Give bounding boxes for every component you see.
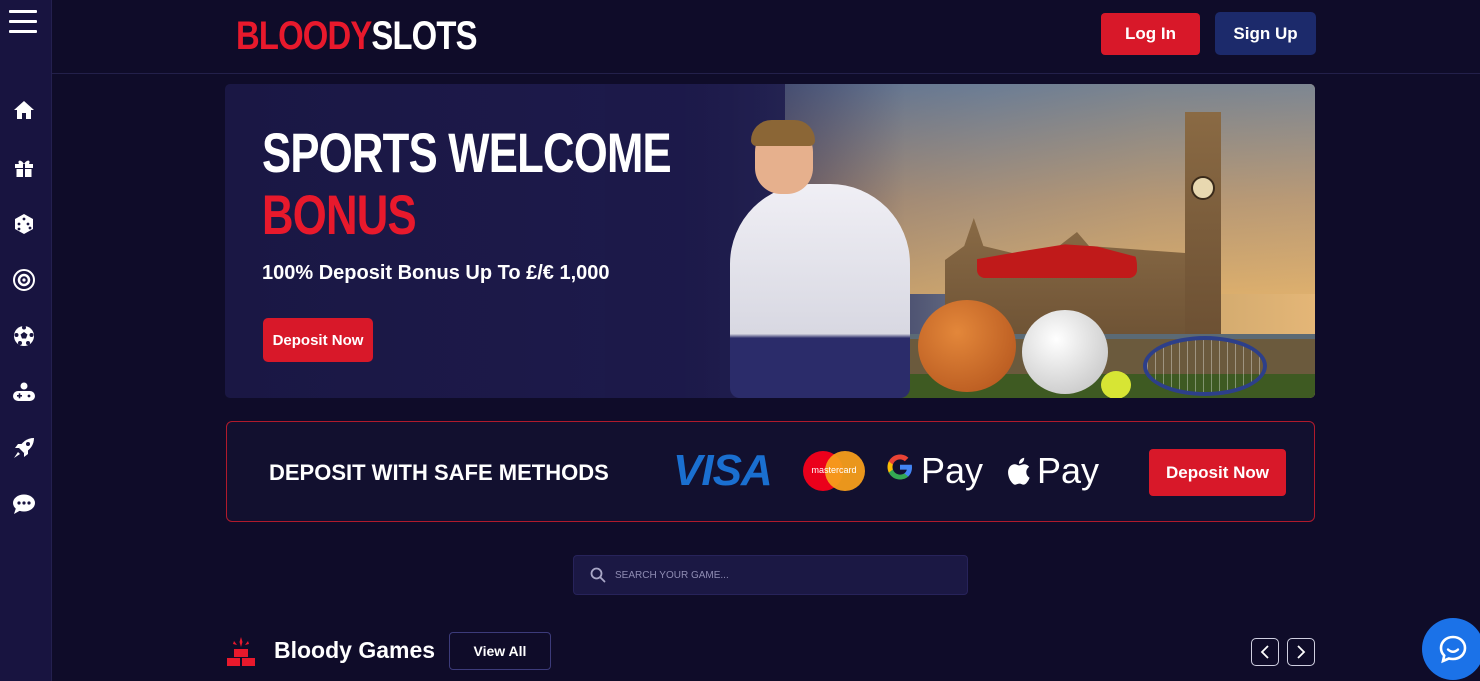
chevron-left-icon bbox=[1260, 645, 1269, 659]
gamepad-icon[interactable] bbox=[12, 380, 36, 404]
apple-pay-label: Pay bbox=[1037, 450, 1100, 491]
banner-title: SPORTS WELCOME BONUS bbox=[262, 121, 672, 246]
apple-icon bbox=[1008, 457, 1030, 485]
section-title: Bloody Games bbox=[274, 637, 436, 663]
banner-subtitle: 100% Deposit Bonus Up To £/€ 1,000 bbox=[262, 262, 610, 284]
dice-icon[interactable] bbox=[12, 212, 36, 236]
view-all-button[interactable]: View All bbox=[449, 632, 551, 670]
rocket-icon[interactable] bbox=[12, 436, 36, 460]
logo-slots: SLOTS bbox=[371, 13, 477, 58]
banner-title-line2: BONUS bbox=[262, 183, 417, 246]
sidebar bbox=[0, 0, 52, 681]
payment-deposit-button[interactable]: Deposit Now bbox=[1149, 449, 1286, 496]
mastercard-label: mastercard bbox=[811, 465, 857, 475]
soccer-ball-icon[interactable] bbox=[12, 324, 36, 348]
logo-bloody: BLOODY bbox=[236, 13, 372, 58]
clock-face bbox=[1191, 176, 1215, 200]
mastercard-logo: mastercard bbox=[803, 451, 865, 491]
logo-wordmark: BLOODYSLOTS bbox=[236, 14, 477, 59]
gold-bars-icon bbox=[227, 637, 255, 666]
promo-banner[interactable]: SPORTS WELCOME BONUS 100% Deposit Bonus … bbox=[225, 84, 1315, 398]
chevron-right-icon bbox=[1297, 645, 1306, 659]
payment-title: DEPOSIT WITH SAFE METHODS bbox=[269, 460, 609, 485]
chat-bubble-icon bbox=[1439, 635, 1467, 664]
site-logo[interactable]: BLOODYSLOTS bbox=[234, 6, 484, 66]
chat-icon[interactable] bbox=[12, 492, 36, 516]
google-pay-label: Pay bbox=[921, 450, 984, 491]
banner-deposit-button[interactable]: Deposit Now bbox=[263, 318, 373, 362]
banner-title-line1: SPORTS WELCOME bbox=[262, 121, 672, 184]
top-header: BLOODYSLOTS Log In Sign Up bbox=[52, 0, 1480, 74]
next-arrow-button[interactable] bbox=[1287, 638, 1315, 666]
google-pay-logo: Pay bbox=[885, 450, 983, 492]
apple-pay-logo: Pay bbox=[1005, 450, 1099, 492]
live-chat-button[interactable] bbox=[1422, 618, 1480, 680]
google-g-icon bbox=[885, 452, 915, 491]
gift-icon[interactable] bbox=[12, 156, 36, 180]
login-button[interactable]: Log In bbox=[1101, 13, 1200, 55]
search-icon bbox=[590, 567, 606, 583]
payment-methods-strip: DEPOSIT WITH SAFE METHODS VISA mastercar… bbox=[226, 421, 1315, 522]
search-input[interactable] bbox=[615, 569, 945, 581]
football-player-illustration bbox=[730, 184, 910, 398]
tennis-racket-illustration bbox=[1143, 336, 1267, 396]
menu-icon[interactable] bbox=[9, 10, 37, 34]
signup-button[interactable]: Sign Up bbox=[1215, 12, 1316, 55]
prev-arrow-button[interactable] bbox=[1251, 638, 1279, 666]
big-ben-illustration bbox=[1185, 112, 1221, 342]
player-hair bbox=[751, 120, 815, 146]
game-search-box[interactable] bbox=[573, 555, 968, 595]
roulette-icon[interactable] bbox=[12, 268, 36, 292]
tennis-ball-illustration bbox=[1101, 371, 1131, 398]
basketball-illustration bbox=[918, 300, 1016, 392]
visa-logo: VISA bbox=[673, 446, 773, 495]
home-icon[interactable] bbox=[12, 98, 36, 122]
soccer-ball-illustration bbox=[1022, 310, 1108, 394]
